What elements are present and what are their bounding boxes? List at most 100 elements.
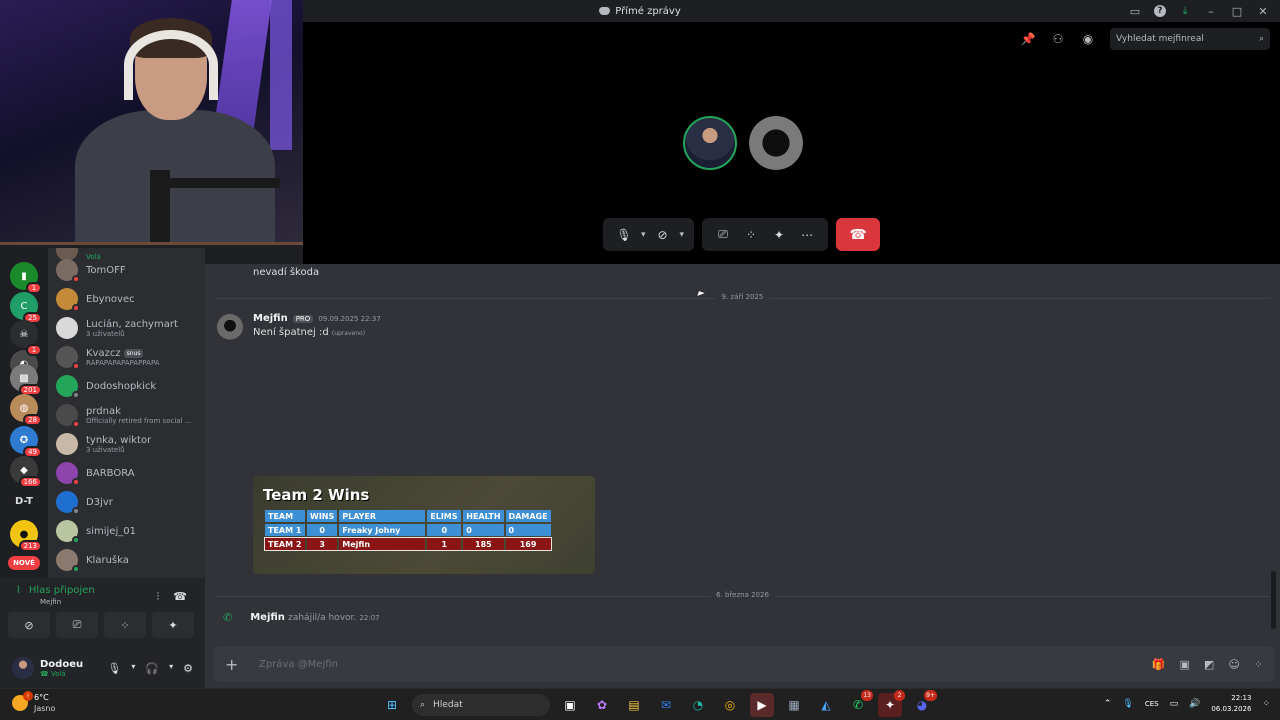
dm-item[interactable]: tynka, wiktor 3 uživatelů [56, 430, 201, 458]
microphone-icon[interactable]: 🎙 [107, 662, 121, 675]
dm-item[interactable]: Kvazcz snus RAPAPAPAPAPAPPAPA [56, 343, 201, 371]
server-icon[interactable]: ✪ 49 [10, 426, 42, 458]
help-icon[interactable]: ? [1154, 5, 1166, 17]
dm-item[interactable]: Klaruška [56, 546, 201, 574]
chevron-down-icon[interactable]: ▾ [131, 662, 135, 675]
noise-suppression-icon[interactable]: ⫶ [157, 590, 160, 604]
dm-item[interactable]: Ebynovec [56, 285, 201, 313]
network-icon[interactable]: ▭ [1170, 699, 1179, 709]
avatar [56, 404, 80, 428]
outlook-icon[interactable]: ✉ [654, 693, 678, 717]
volume-icon[interactable]: 🔊 [1189, 699, 1200, 709]
server-icon[interactable]: ◍ 28 [10, 394, 42, 426]
chevron-down-icon[interactable]: ▾ [169, 662, 173, 675]
server-icon[interactable]: ▮ 1 [10, 262, 42, 294]
table-cell: Mejfin [339, 538, 426, 550]
pin-icon[interactable]: 📌 [1020, 31, 1036, 47]
discord-icon[interactable]: ◕ 9+ [910, 690, 937, 717]
dm-item[interactable]: Lucián, zachymart 3 uživatelů [56, 314, 201, 342]
terminal-icon[interactable]: ▶ [750, 693, 774, 717]
avatar [56, 259, 80, 283]
whatsapp-icon[interactable]: ✆ 13 [846, 690, 873, 717]
voice-channel-name[interactable]: Mejfin [40, 598, 61, 606]
chevron-down-icon[interactable]: ▾ [680, 230, 685, 240]
gif-icon[interactable]: ▣ [1180, 658, 1190, 671]
language-indicator[interactable]: CES [1145, 700, 1159, 708]
user-profile-icon[interactable]: ◉ [1080, 31, 1096, 47]
participant-avatar[interactable] [749, 116, 803, 170]
activities-icon[interactable]: ⁘ [740, 224, 762, 246]
server-text-icon[interactable]: D-T [8, 496, 40, 507]
dm-item[interactable]: Dodoshopkick [56, 372, 201, 400]
status-indicator [72, 420, 80, 428]
calculator-icon[interactable]: ▦ [782, 693, 806, 717]
server-icon[interactable]: ● 213 [10, 520, 42, 552]
apps-icon[interactable]: ⁘ [1254, 658, 1263, 671]
search-input[interactable]: Vyhledat mejfinreal ⌕ [1110, 28, 1270, 50]
soundboard-button[interactable]: ✦ [152, 612, 194, 638]
microphone-icon[interactable]: 🎙 [613, 224, 635, 246]
voice-connected[interactable]: ⌇ Hlas připojen [16, 585, 95, 596]
dm-name-text: Dodoshopkick [86, 380, 157, 392]
notification-icon[interactable]: ⁘ [1262, 699, 1270, 709]
game-launcher-icon[interactable]: ✦ 2 [878, 690, 905, 717]
weather-widget[interactable]: ! 6°C Jasno [12, 691, 55, 714]
add-attachment-icon[interactable]: + [225, 655, 245, 674]
file-explorer-icon[interactable]: ▤ [622, 693, 646, 717]
maximize-icon[interactable]: □ [1230, 4, 1244, 18]
new-unreads-pill[interactable]: NOVÉ [8, 556, 40, 570]
server-icon[interactable]: C 25 [10, 292, 42, 324]
participant-avatar-speaking[interactable] [683, 116, 737, 170]
table-cell: 1 [427, 538, 462, 550]
add-friend-icon[interactable]: ⚇ [1050, 31, 1066, 47]
activities-button[interactable]: ⁘ [104, 612, 146, 638]
windows-start-icon[interactable]: ⊞ [380, 693, 404, 717]
dm-item[interactable]: BARBORA [56, 459, 201, 487]
screen-share-icon[interactable]: ⎚ [712, 224, 734, 246]
chrome-icon[interactable]: ◎ [718, 693, 742, 717]
message-author[interactable]: Mejfin [253, 313, 288, 324]
dm-item[interactable]: simijej_01 [56, 517, 201, 545]
task-view-icon[interactable]: ▣ [558, 693, 582, 717]
microphone-tray-icon[interactable]: 🎙 [1122, 699, 1133, 709]
taskbar-search[interactable]: ⌕ Hledat [412, 694, 550, 716]
sticker-icon[interactable]: ◩ [1204, 658, 1214, 671]
clock[interactable]: 22:13 06.03.2026 [1211, 693, 1251, 715]
dm-item[interactable]: D3jvr [56, 488, 201, 516]
emoji-icon[interactable]: ☺ [1228, 658, 1239, 671]
camera-off-icon[interactable]: ⊘ [652, 224, 674, 246]
date-divider: 6. března 2026 [215, 591, 1270, 599]
server-icon[interactable]: ▩ 201 [10, 364, 42, 396]
message-input[interactable]: Zpráva @Mejfin [259, 659, 1152, 670]
scrollbar[interactable] [1271, 571, 1276, 629]
image-attachment[interactable]: Team 2 Wins TEAM WINS PLAYER ELIMS HEALT… [253, 476, 595, 574]
screen-share-button[interactable]: ⎚ [56, 612, 98, 638]
headphones [124, 30, 218, 100]
more-icon[interactable]: ⋯ [796, 224, 818, 246]
chevron-up-icon[interactable]: ⌃ [1104, 699, 1112, 709]
avatar[interactable] [12, 657, 34, 679]
minimize-icon[interactable]: – [1204, 4, 1218, 18]
close-icon[interactable]: ✕ [1256, 4, 1270, 18]
edge-icon[interactable]: ◔ [686, 693, 710, 717]
settings-icon[interactable]: ⚙ [183, 662, 193, 675]
user-info[interactable]: Dodoeu ☎ Volá [40, 659, 83, 678]
gift-icon[interactable]: 🎁 [1152, 658, 1166, 671]
dm-item[interactable]: TomOFF [56, 256, 201, 284]
soundboard-icon[interactable]: ✦ [768, 224, 790, 246]
copilot-icon[interactable]: ✿ [590, 693, 614, 717]
dm-text: Klaruška [86, 555, 129, 566]
photos-icon[interactable]: ◭ [814, 693, 838, 717]
server-icon[interactable]: ◆ 166 [10, 456, 42, 488]
camera-off-button[interactable]: ⊘ [8, 612, 50, 638]
chevron-down-icon[interactable]: ▾ [641, 230, 646, 240]
headphones-icon[interactable]: 🎧 [145, 662, 159, 675]
call-author[interactable]: Mejfin [250, 612, 285, 623]
inbox-icon[interactable]: ▭ [1128, 4, 1142, 18]
download-icon[interactable]: ⤓ [1178, 4, 1192, 18]
disconnect-icon[interactable]: ☎ [173, 590, 187, 604]
dm-name-text: simijej_01 [86, 525, 136, 537]
hang-up-button[interactable]: ☎ [836, 218, 881, 251]
dm-item[interactable]: prdnak Officially retired from social ... [56, 401, 201, 429]
avatar[interactable] [217, 314, 243, 340]
